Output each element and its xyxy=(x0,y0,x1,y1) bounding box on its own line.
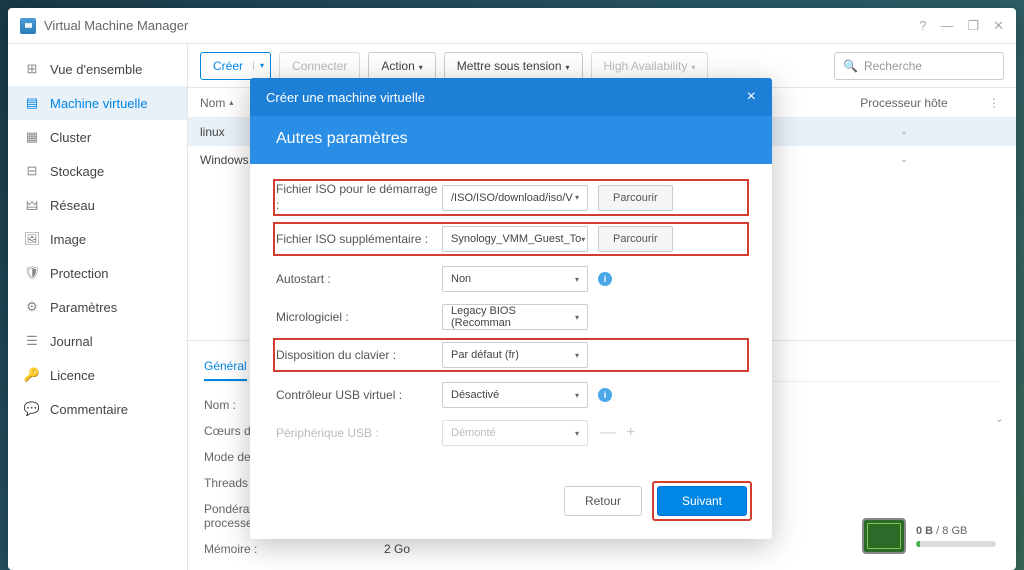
sidebar-item-license[interactable]: 🔑 Licence xyxy=(8,358,187,392)
close-icon[interactable]: × xyxy=(747,88,756,106)
field-label: Fichier ISO pour le démarrage : xyxy=(276,182,442,213)
create-button[interactable]: Créer xyxy=(200,52,271,80)
field-label: Contrôleur USB virtuel : xyxy=(276,388,442,402)
app-title: Virtual Machine Manager xyxy=(44,18,919,33)
sidebar-label: Paramètres xyxy=(50,300,117,315)
autostart-select[interactable]: Non xyxy=(442,266,588,292)
dialog-subtitle: Autres paramètres xyxy=(250,116,772,164)
field-keyboard: Disposition du clavier : Par défaut (fr) xyxy=(276,341,746,369)
add-icon: + xyxy=(626,424,635,442)
comment-icon: 💬 xyxy=(24,401,40,417)
memory-bar xyxy=(916,541,996,547)
col-processor[interactable]: Processeur hôte xyxy=(824,96,984,110)
sidebar-label: Réseau xyxy=(50,198,95,213)
dialog-header: Créer une machine virtuelle × xyxy=(250,78,772,116)
connect-button[interactable]: Connecter xyxy=(279,52,360,80)
cluster-icon: ▦ xyxy=(24,129,40,145)
create-vm-dialog: Créer une machine virtuelle × Autres par… xyxy=(250,78,772,539)
sidebar-label: Vue d'ensemble xyxy=(50,62,142,77)
browse-button[interactable]: Parcourir xyxy=(598,226,673,252)
power-button[interactable]: Mettre sous tension xyxy=(444,52,583,80)
info-icon[interactable]: i xyxy=(598,388,612,402)
list-icon: ☰ xyxy=(24,333,40,349)
dashboard-icon: ⊞ xyxy=(24,61,40,77)
maximize-icon[interactable]: ❐ xyxy=(967,18,979,34)
back-button[interactable]: Retour xyxy=(564,486,642,516)
sidebar-item-protection[interactable]: 🛡 Protection xyxy=(8,256,187,290)
sidebar-label: Image xyxy=(50,232,86,247)
titlebar: Virtual Machine Manager ? — ❐ ✕ xyxy=(8,8,1016,44)
field-label: Autostart : xyxy=(276,272,442,286)
next-button[interactable]: Suivant xyxy=(657,486,747,516)
sidebar-label: Stockage xyxy=(50,164,104,179)
storage-icon: ⊟ xyxy=(24,163,40,179)
iso-extra-select[interactable]: Synology_VMM_Guest_To xyxy=(442,226,588,252)
browse-button[interactable]: Parcourir xyxy=(598,185,673,211)
close-window-icon[interactable]: ✕ xyxy=(993,18,1004,34)
sidebar-item-image[interactable]: 🖼 Image xyxy=(8,222,187,256)
app-icon xyxy=(20,18,36,34)
network-icon: 🜲 xyxy=(24,197,40,213)
sidebar-label: Protection xyxy=(50,266,109,281)
sidebar-item-cluster[interactable]: ▦ Cluster xyxy=(8,120,187,154)
minimize-icon[interactable]: — xyxy=(940,18,953,34)
field-label: Périphérique USB : xyxy=(276,426,442,440)
field-usb: Contrôleur USB virtuel : Désactivé i xyxy=(276,381,746,409)
dialog-title: Créer une machine virtuelle xyxy=(266,90,425,105)
sidebar-label: Cluster xyxy=(50,130,91,145)
sidebar-label: Licence xyxy=(50,368,95,383)
usb-select[interactable]: Désactivé xyxy=(442,382,588,408)
field-firmware: Micrologiciel : Legacy BIOS (Recomman xyxy=(276,303,746,331)
info-icon[interactable]: i xyxy=(598,272,612,286)
column-menu-icon[interactable]: ⋮ xyxy=(984,96,1004,110)
search-placeholder: Recherche xyxy=(864,59,922,73)
tab-general[interactable]: Général xyxy=(204,353,247,381)
usb-periph-select: Démonté xyxy=(442,420,588,446)
sidebar-item-network[interactable]: 🜲 Réseau xyxy=(8,188,187,222)
gear-icon: ⚙ xyxy=(24,299,40,315)
field-autostart: Autostart : Non i xyxy=(276,265,746,293)
sidebar-item-storage[interactable]: ⊟ Stockage xyxy=(8,154,187,188)
sidebar-item-overview[interactable]: ⊞ Vue d'ensemble xyxy=(8,52,187,86)
sidebar-item-comment[interactable]: 💬 Commentaire xyxy=(8,392,187,426)
chevron-down-icon[interactable]: ⌄ xyxy=(995,412,1004,425)
dialog-footer: Retour Suivant xyxy=(250,467,772,539)
ha-button[interactable]: High Availability xyxy=(591,52,709,80)
field-iso-boot: Fichier ISO pour le démarrage : /ISO/ISO… xyxy=(276,182,746,213)
help-icon[interactable]: ? xyxy=(919,18,926,34)
iso-boot-select[interactable]: /ISO/ISO/download/iso/V xyxy=(442,185,588,211)
key-icon: 🔑 xyxy=(24,367,40,383)
field-label: Fichier ISO supplémentaire : xyxy=(276,232,442,246)
memory-widget: 0 B / 8 GB xyxy=(862,518,996,554)
field-label: Disposition du clavier : xyxy=(276,348,442,362)
keyboard-select[interactable]: Par défaut (fr) xyxy=(442,342,588,368)
sidebar: ⊞ Vue d'ensemble ▤ Machine virtuelle ▦ Clus… xyxy=(8,44,188,570)
shield-icon: 🛡 xyxy=(24,265,40,281)
sidebar-item-settings[interactable]: ⚙ Paramètres xyxy=(8,290,187,324)
dialog-body: Fichier ISO pour le démarrage : /ISO/ISO… xyxy=(250,164,772,467)
field-iso-extra: Fichier ISO supplémentaire : Synology_VM… xyxy=(276,225,746,253)
action-button[interactable]: Action xyxy=(368,52,435,80)
vm-icon: ▤ xyxy=(24,95,40,111)
search-input[interactable]: 🔍 Recherche xyxy=(834,52,1004,80)
remove-icon: — xyxy=(600,424,616,442)
image-icon: 🖼 xyxy=(24,231,40,247)
firmware-select[interactable]: Legacy BIOS (Recomman xyxy=(442,304,588,330)
memory-chip-icon xyxy=(862,518,906,554)
sidebar-label: Commentaire xyxy=(50,402,128,417)
sidebar-item-vm[interactable]: ▤ Machine virtuelle xyxy=(8,86,187,120)
search-icon: 🔍 xyxy=(843,59,858,73)
sidebar-label: Journal xyxy=(50,334,93,349)
field-usb-periph: Périphérique USB : Démonté — + xyxy=(276,419,746,447)
sort-asc-icon: ▴ xyxy=(229,98,233,107)
field-label: Micrologiciel : xyxy=(276,310,442,324)
sidebar-label: Machine virtuelle xyxy=(50,96,148,111)
sidebar-item-journal[interactable]: ☰ Journal xyxy=(8,324,187,358)
